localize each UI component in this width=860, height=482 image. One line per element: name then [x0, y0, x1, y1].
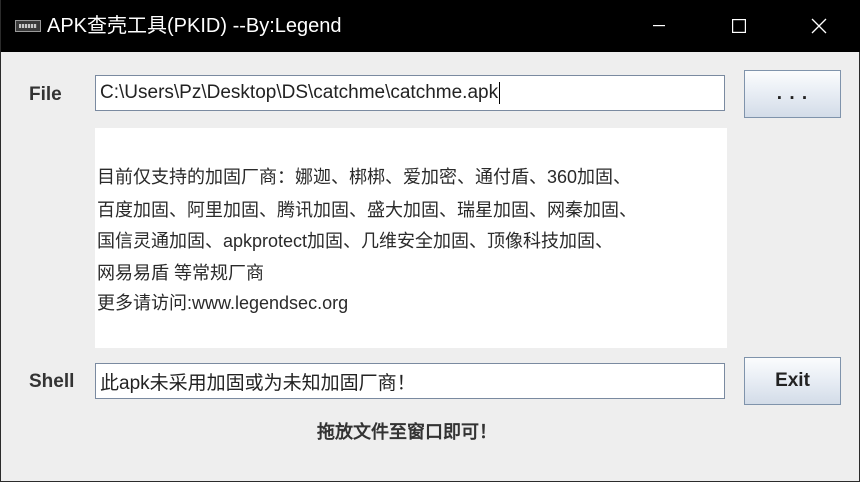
browse-button[interactable]: . . . [744, 70, 841, 118]
info-line-website: 更多请访问:www.legendsec.org [97, 293, 349, 313]
info-line: 目前仅支持的加固厂商：娜迦、梆梆、爱加密、通付盾、360加固、 [97, 167, 632, 187]
file-path-value: C:\Users\Pz\Desktop\DS\catchme\catchme.a… [100, 82, 499, 103]
info-line: 国信灵通加固、apkprotect加固、几维安全加固、顶像科技加固、 [97, 231, 614, 251]
drag-drop-hint: 拖放文件至窗口即可！ [317, 422, 497, 443]
window-title: APK查壳工具(PKID) --By:Legend [47, 15, 342, 37]
app-icon [15, 20, 41, 32]
text-caret [499, 82, 501, 104]
info-line: 百度加固、阿里加固、腾讯加固、盛大加固、瑞星加固、网秦加固、 [97, 200, 637, 220]
close-button[interactable] [779, 0, 859, 52]
close-icon [811, 18, 827, 34]
exit-button[interactable]: Exit [744, 357, 841, 405]
shell-label: Shell [29, 371, 75, 392]
minimize-icon [653, 25, 665, 27]
maximize-button[interactable] [699, 0, 779, 52]
shell-result-field[interactable]: 此apk未采用加固或为未知加固厂商！ [95, 363, 725, 399]
app-window: APK查壳工具(PKID) --By:Legend File C:\Users\… [0, 0, 860, 482]
shell-result-value: 此apk未采用加固或为未知加固厂商！ [100, 372, 416, 394]
file-label: File [29, 84, 62, 105]
file-path-input[interactable]: C:\Users\Pz\Desktop\DS\catchme\catchme.a… [95, 75, 725, 111]
title-bar[interactable]: APK查壳工具(PKID) --By:Legend [1, 0, 860, 52]
minimize-button[interactable] [619, 0, 699, 52]
info-line: 网易易盾 等常规厂商 [97, 263, 265, 283]
supported-vendors-panel: 目前仅支持的加固厂商：娜迦、梆梆、爱加密、通付盾、360加固、 百度加固、阿里加… [95, 128, 727, 348]
maximize-icon [732, 19, 746, 33]
